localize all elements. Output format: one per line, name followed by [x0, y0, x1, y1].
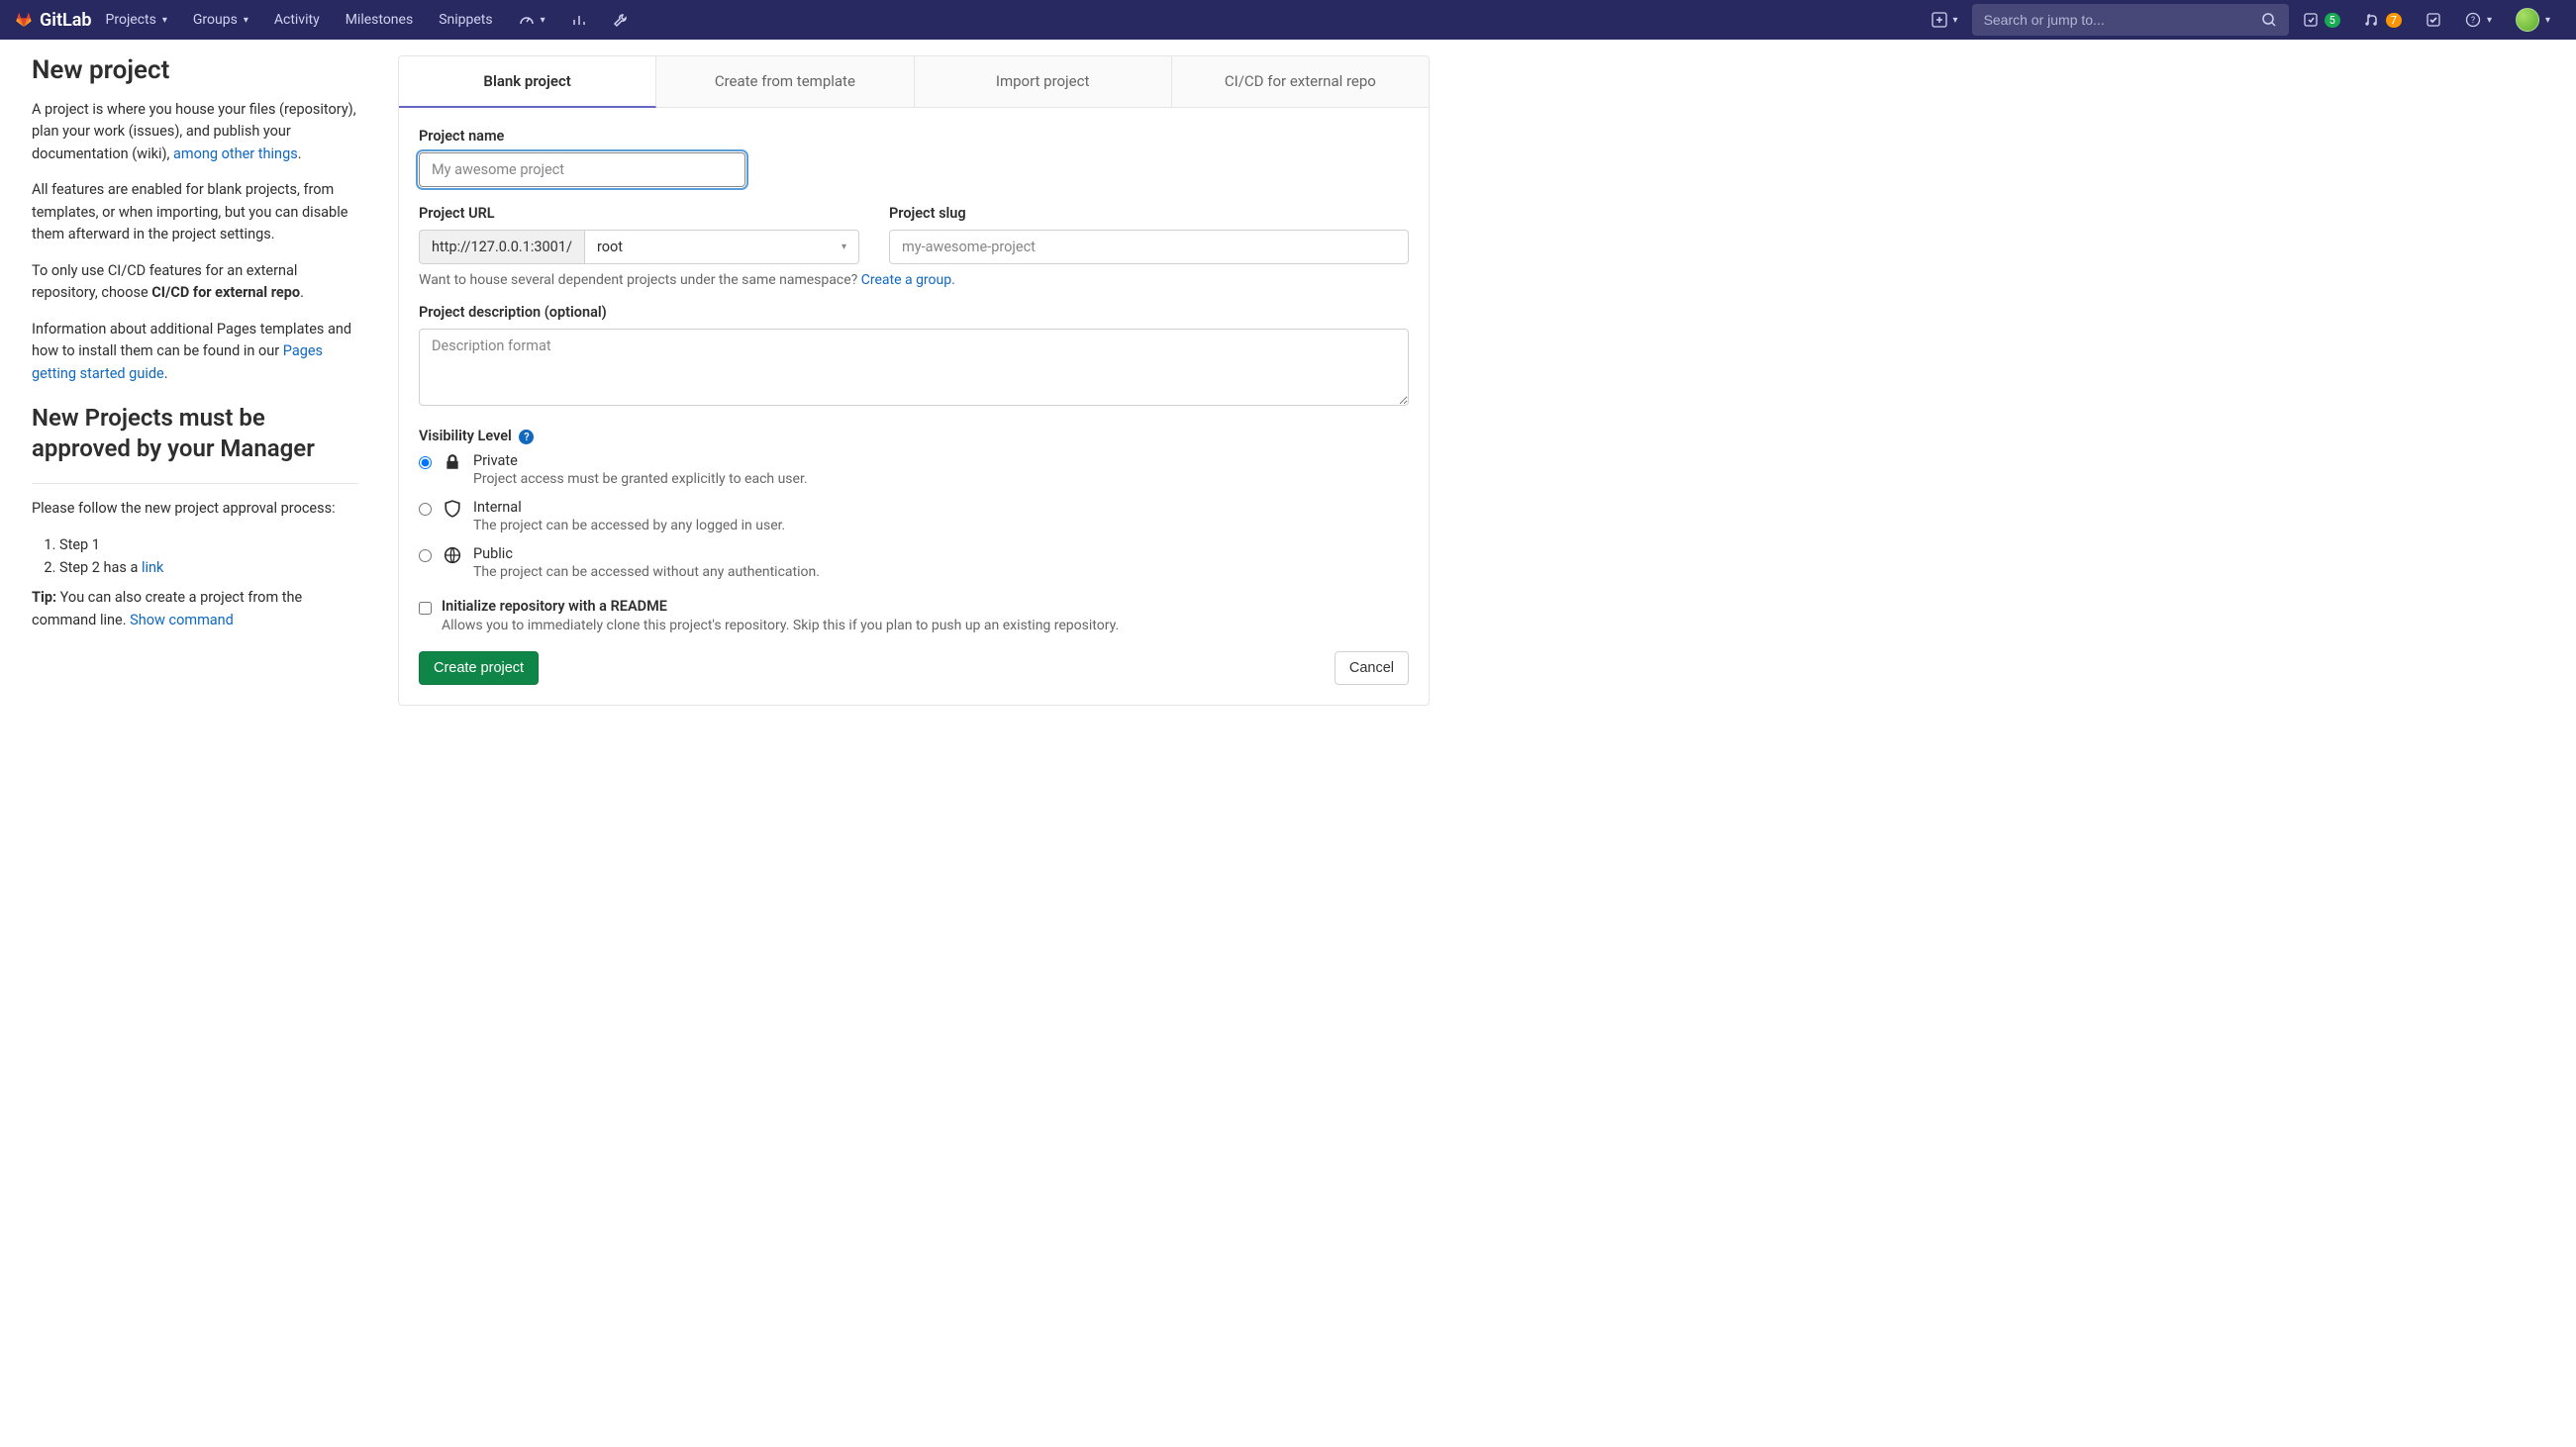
nav-groups[interactable]: Groups▾	[183, 6, 258, 34]
cicd-paragraph: To only use CI/CD features for an extern…	[32, 260, 358, 305]
user-avatar	[2516, 8, 2539, 32]
features-paragraph: All features are enabled for blank proje…	[32, 179, 358, 245]
wrench-icon	[613, 12, 629, 28]
nav-merge-requests[interactable]: 7	[2354, 6, 2412, 34]
new-project-form-area: Blank project Create from template Impor…	[398, 55, 1430, 706]
shield-icon	[444, 500, 461, 522]
visibility-private-radio[interactable]	[419, 456, 432, 469]
nav-user-menu[interactable]: ▾	[2506, 2, 2560, 38]
tab-cicd-external[interactable]: CI/CD for external repo	[1172, 56, 1429, 108]
among-other-things-link[interactable]: among other things	[173, 145, 298, 162]
gauge-icon	[519, 12, 535, 28]
project-name-label: Project name	[419, 128, 1409, 145]
chevron-down-icon: ▾	[541, 15, 545, 26]
chevron-down-icon: ▾	[1953, 15, 1958, 26]
search-icon	[2261, 12, 2277, 28]
project-url-prefix: http://127.0.0.1:3001/	[419, 230, 584, 264]
merge-request-icon	[2364, 12, 2380, 28]
page-title: New project	[32, 55, 358, 85]
create-group-link[interactable]: Create a group.	[861, 272, 955, 288]
mr-count-badge: 7	[2386, 13, 2402, 28]
chevron-down-icon: ▾	[2487, 15, 2492, 26]
tip-paragraph: Tip: You can also create a project from …	[32, 587, 358, 631]
project-type-tabs: Blank project Create from template Impor…	[398, 55, 1430, 108]
nav-analytics[interactable]	[561, 6, 597, 34]
brand-text: GitLab	[40, 10, 92, 31]
plus-square-icon	[1932, 12, 1947, 28]
nav-help[interactable]: ? ▾	[2455, 6, 2502, 34]
issues-count-badge: 5	[2325, 13, 2340, 28]
approval-heading: New Projects must be approved by your Ma…	[32, 403, 358, 464]
chevron-down-icon: ▾	[2545, 15, 2550, 26]
gitlab-logo[interactable]: GitLab	[16, 10, 92, 31]
nav-projects[interactable]: Projects▾	[96, 6, 177, 34]
issues-icon	[2303, 12, 2319, 28]
nav-plus[interactable]: ▾	[1922, 6, 1968, 34]
project-description-input[interactable]	[419, 329, 1409, 406]
svg-text:?: ?	[2471, 16, 2475, 26]
todo-icon	[2426, 12, 2441, 28]
tab-import-project[interactable]: Import project	[915, 56, 1172, 108]
globe-icon	[444, 546, 461, 568]
visibility-level-label: Visibility Level ?	[419, 428, 1409, 444]
project-slug-label: Project slug	[889, 205, 1409, 222]
visibility-public-radio[interactable]	[419, 549, 432, 562]
visibility-option-internal[interactable]: Internal The project can be accessed by …	[419, 499, 1409, 533]
search-box[interactable]	[1972, 4, 2289, 36]
question-circle-icon: ?	[2465, 12, 2481, 28]
nav-snippets[interactable]: Snippets	[429, 6, 502, 34]
nav-milestones[interactable]: Milestones	[336, 6, 424, 34]
project-slug-input[interactable]	[889, 230, 1409, 264]
namespace-select[interactable]: root ▾	[584, 230, 859, 264]
tanuki-icon	[16, 12, 32, 28]
readme-checkbox[interactable]	[419, 602, 432, 615]
readme-option[interactable]: Initialize repository with a README Allo…	[419, 598, 1409, 633]
create-project-button[interactable]: Create project	[419, 651, 539, 685]
chevron-down-icon: ▾	[162, 15, 167, 26]
question-circle-icon[interactable]: ?	[519, 430, 534, 444]
pages-paragraph: Information about additional Pages templ…	[32, 319, 358, 385]
nav-todos[interactable]	[2416, 6, 2451, 34]
approval-step-2: Step 2 has a link	[59, 556, 358, 579]
project-url-label: Project URL	[419, 205, 859, 222]
approval-step-1: Step 1	[59, 533, 358, 556]
search-input[interactable]	[1984, 12, 2261, 28]
chevron-down-icon: ▾	[244, 15, 248, 26]
tab-blank-project[interactable]: Blank project	[399, 56, 656, 108]
sidebar-help-panel: New project A project is where you house…	[32, 55, 358, 706]
lock-icon	[444, 453, 461, 475]
nav-activity[interactable]: Activity	[264, 6, 330, 34]
project-name-input[interactable]	[419, 152, 745, 187]
bar-chart-icon	[571, 12, 587, 28]
top-navbar: GitLab Projects▾ Groups▾ Activity Milest…	[0, 0, 2576, 40]
approval-steps: Step 1 Step 2 has a link	[32, 533, 358, 579]
step2-link[interactable]: link	[142, 559, 163, 576]
visibility-option-private[interactable]: Private Project access must be granted e…	[419, 452, 1409, 487]
namespace-helper: Want to house several dependent projects…	[419, 272, 1409, 288]
show-command-link[interactable]: Show command	[130, 612, 234, 628]
nav-admin[interactable]	[603, 6, 639, 34]
tab-create-from-template[interactable]: Create from template	[656, 56, 914, 108]
approval-intro: Please follow the new project approval p…	[32, 498, 358, 520]
chevron-down-icon: ▾	[842, 241, 846, 252]
visibility-option-public[interactable]: Public The project can be accessed witho…	[419, 545, 1409, 580]
visibility-internal-radio[interactable]	[419, 503, 432, 516]
nav-issues[interactable]: 5	[2293, 6, 2350, 34]
cancel-button[interactable]: Cancel	[1335, 651, 1409, 685]
intro-paragraph: A project is where you house your files …	[32, 99, 358, 165]
nav-gauge[interactable]: ▾	[509, 6, 555, 34]
form-panel: Project name Project URL http://127.0.0.…	[398, 108, 1430, 706]
divider	[32, 483, 358, 484]
project-description-label: Project description (optional)	[419, 304, 1409, 321]
